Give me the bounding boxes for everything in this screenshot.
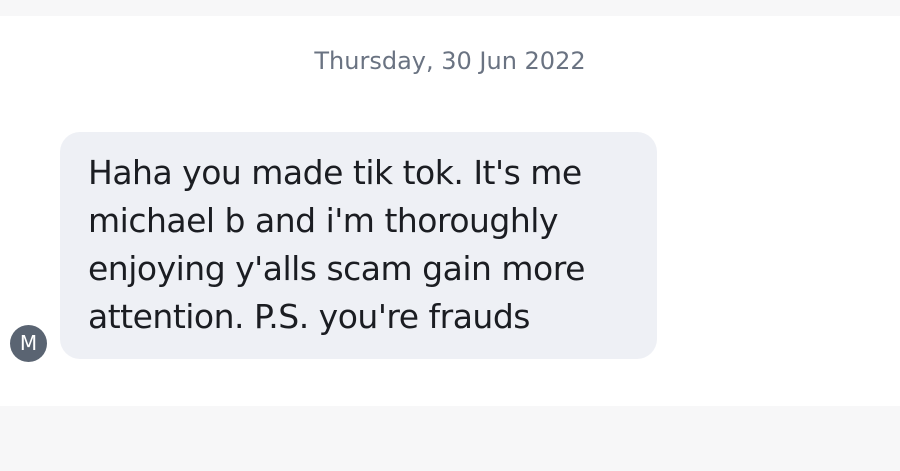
message-text: Haha you made tik tok. It's me michael b… [88,153,585,336]
sender-avatar[interactable]: M [10,325,47,362]
composer-area [0,406,900,471]
message-bubble[interactable]: Haha you made tik tok. It's me michael b… [60,132,657,359]
message-row: M Haha you made tik tok. It's me michael… [0,0,900,471]
